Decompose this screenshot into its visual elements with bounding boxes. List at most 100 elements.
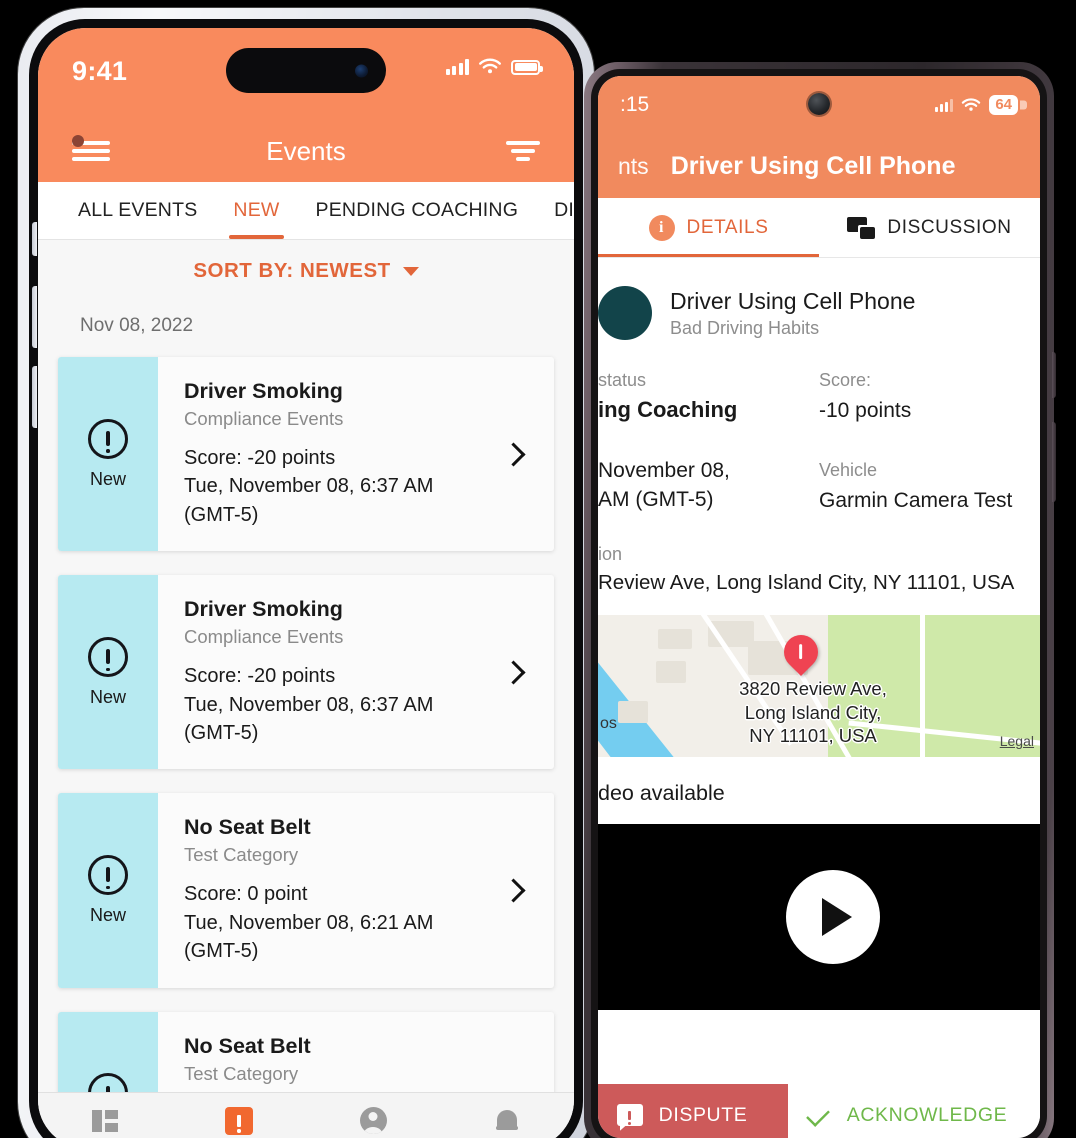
- left-phone-screen: 9:41 Events ALL EVENTS NEW PENDING COACH…: [38, 28, 574, 1138]
- event-title: Driver Using Cell Phone: [670, 287, 916, 314]
- event-card-texts: Driver Smoking Compliance Events Score: …: [184, 379, 495, 529]
- event-title: No Seat Belt: [184, 815, 311, 840]
- event-status-label: New: [89, 686, 126, 707]
- score-label: Score:: [819, 370, 872, 390]
- event-header-texts: Driver Using Cell Phone Bad Driving Habi…: [670, 288, 915, 339]
- score-value: -10 points: [819, 399, 912, 422]
- location-label: ion: [598, 543, 623, 564]
- event-card-body: No Seat Belt Test Category Score: 0 poin…: [158, 1012, 554, 1099]
- location-block: ion Review Ave, Long Island City, NY 111…: [598, 544, 1040, 595]
- right-phone-volume-button[interactable]: [1052, 422, 1056, 502]
- map-building: [656, 660, 686, 683]
- date-block: November 08, AM (GMT-5): [598, 457, 819, 515]
- event-title: No Seat Belt: [184, 1033, 311, 1058]
- chevron-right-icon[interactable]: [501, 878, 526, 903]
- battery-full-icon: [511, 59, 543, 75]
- list-date-header: Nov 08, 2022: [80, 315, 194, 336]
- detail-content[interactable]: Driver Using Cell Phone Bad Driving Habi…: [598, 258, 1040, 1138]
- dynamic-island: [226, 48, 386, 93]
- acknowledge-button[interactable]: ACKNOWLEDGE: [788, 1084, 1040, 1138]
- nav-events[interactable]: [172, 1106, 306, 1135]
- event-card[interactable]: New No Seat Belt Test Category Score: 0 …: [58, 1011, 554, 1099]
- left-phone-mute-button[interactable]: [32, 222, 37, 256]
- status-system-icons: 64: [934, 94, 1018, 116]
- status-label: status: [598, 370, 647, 390]
- detail-column-right: Score: -10 points Vehicle Garmin Camera …: [819, 370, 1040, 516]
- video-available-label: deo available: [598, 780, 725, 805]
- detail-page-title: Driver Using Cell Phone: [670, 151, 956, 180]
- left-phone-volume-down-button[interactable]: [32, 366, 37, 428]
- map-building: [658, 628, 692, 649]
- dashboard-grid-icon: [92, 1109, 118, 1132]
- event-category: Test Category: [184, 844, 299, 866]
- chevron-down-icon: [402, 266, 419, 276]
- event-card-texts: No Seat Belt Test Category Score: 0 poin…: [184, 1034, 495, 1099]
- event-status-badge: New: [58, 357, 158, 552]
- tab-pending-coaching[interactable]: PENDING COACHING: [298, 182, 537, 239]
- nav-dashboard[interactable]: [38, 1109, 172, 1132]
- map-address-line-2: Long Island City,: [744, 701, 882, 723]
- nav-profile[interactable]: [306, 1107, 440, 1134]
- page-title: Events: [266, 135, 346, 166]
- chevron-right-icon[interactable]: [501, 442, 526, 467]
- event-card-texts: No Seat Belt Test Category Score: 0 poin…: [184, 815, 495, 965]
- left-phone-bezel: 9:41 Events ALL EVENTS NEW PENDING COACH…: [29, 19, 583, 1138]
- status-value: ing Coaching: [598, 397, 738, 422]
- event-date-line-1: November 08,: [598, 459, 730, 482]
- location-map[interactable]: 3820 Review Ave, Long Island City, NY 11…: [598, 614, 1040, 757]
- status-clock: :15: [620, 93, 650, 116]
- event-card-body: No Seat Belt Test Category Score: 0 poin…: [158, 793, 554, 987]
- dispute-alert-icon: [616, 1104, 643, 1126]
- person-icon: [359, 1107, 387, 1134]
- events-list[interactable]: Nov 08, 2022 New Driver Smoking Complian…: [38, 299, 574, 1099]
- play-icon[interactable]: [786, 869, 880, 964]
- tab-new[interactable]: NEW: [215, 182, 297, 239]
- event-card[interactable]: New Driver Smoking Compliance Events Sco…: [58, 575, 554, 770]
- hamburger-menu-icon[interactable]: [72, 135, 110, 164]
- sort-by-control[interactable]: SORT BY: NEWEST: [38, 240, 574, 299]
- vehicle-label: Vehicle: [819, 459, 878, 480]
- detail-tab-bar: i DETAILS DISCUSSION: [598, 198, 1040, 258]
- tab-details[interactable]: i DETAILS: [598, 198, 819, 257]
- map-address-line-3: NY 11101, USA: [749, 725, 877, 747]
- detail-column-left: status ing Coaching November 08, AM (GMT…: [598, 370, 819, 516]
- alert-circle-icon: [88, 636, 128, 677]
- dispute-button[interactable]: DISPUTE: [598, 1084, 788, 1138]
- info-icon: i: [648, 214, 675, 241]
- right-status-bar: :15 64: [598, 76, 1040, 134]
- tab-disputed[interactable]: DISPU: [536, 182, 574, 239]
- chevron-right-icon[interactable]: [501, 660, 526, 685]
- signal-bars-icon: [934, 98, 954, 112]
- nav-notifications[interactable]: [440, 1108, 574, 1133]
- event-status-label: New: [89, 468, 126, 489]
- action-button-bar: DISPUTE ACKNOWLEDGE: [598, 1084, 1040, 1138]
- event-card[interactable]: New No Seat Belt Test Category Score: 0 …: [58, 793, 554, 988]
- event-status-badge: New: [58, 793, 158, 988]
- event-card[interactable]: New Driver Smoking Compliance Events Sco…: [58, 357, 554, 552]
- tab-details-label: DETAILS: [686, 216, 769, 238]
- map-legal-link[interactable]: Legal: [1000, 733, 1034, 749]
- front-camera-icon: [355, 64, 368, 77]
- filter-icon[interactable]: [506, 139, 540, 163]
- map-building: [618, 700, 648, 723]
- event-score: Score: -20 points: [184, 665, 336, 688]
- tab-discussion[interactable]: DISCUSSION: [819, 198, 1040, 257]
- right-phone-screen: :15 64 nts Driver Using Cell Phone i DET…: [598, 76, 1040, 1138]
- acknowledge-label: ACKNOWLEDGE: [846, 1103, 1008, 1126]
- map-address-line-1: 3820 Review Ave,: [739, 677, 887, 699]
- map-address-overlay: 3820 Review Ave, Long Island City, NY 11…: [698, 677, 928, 748]
- detail-field-grid: status ing Coaching November 08, AM (GMT…: [598, 340, 1040, 516]
- right-app-bar: nts Driver Using Cell Phone: [598, 134, 1040, 198]
- status-clock: 9:41: [72, 56, 128, 86]
- event-category: Bad Driving Habits: [670, 317, 820, 338]
- breadcrumb-back-label[interactable]: nts: [618, 153, 649, 180]
- tab-all-events[interactable]: ALL EVENTS: [60, 182, 215, 239]
- video-player[interactable]: [598, 823, 1040, 1010]
- signal-bars-icon: [445, 59, 469, 75]
- vehicle-value: Garmin Camera Test: [819, 488, 1013, 512]
- event-title: Driver Smoking: [184, 379, 343, 403]
- right-phone-power-button[interactable]: [1052, 352, 1056, 398]
- map-os-label: os: [600, 714, 617, 732]
- left-phone-volume-up-button[interactable]: [32, 286, 37, 348]
- alert-circle-icon: [88, 854, 128, 895]
